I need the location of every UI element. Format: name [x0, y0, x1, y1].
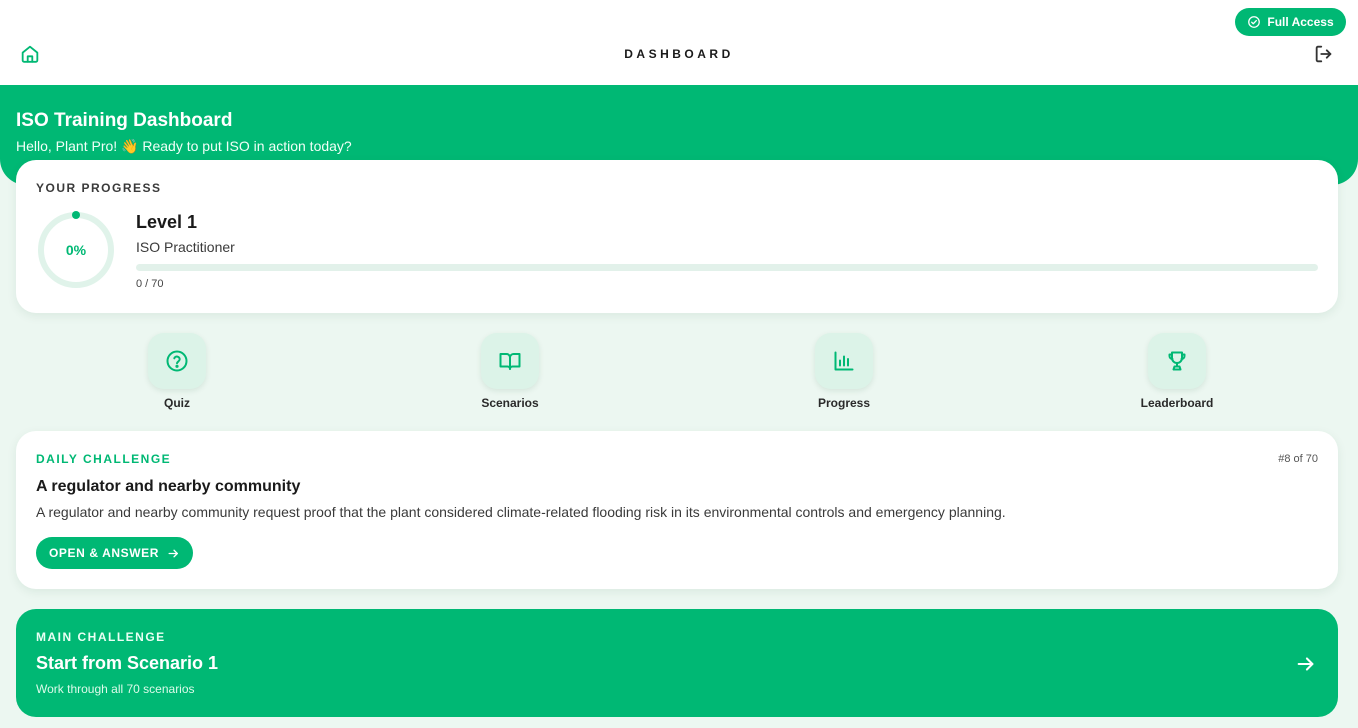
- arrow-right-icon: [168, 549, 178, 557]
- full-access-label: Full Access: [1267, 15, 1334, 29]
- main-challenge-title: Start from Scenario 1: [36, 653, 219, 673]
- logout-icon[interactable]: [1313, 43, 1335, 65]
- dashboard-page: DASHBOARD Full Access ISO Training Dashb…: [0, 0, 1358, 728]
- main-challenge-card[interactable]: MAIN CHALLENGE Start from Scenario 1 Wor…: [16, 609, 1338, 717]
- nav-scenarios[interactable]: Scenarios: [450, 333, 570, 413]
- page-title: DASHBOARD: [624, 47, 734, 61]
- daily-challenge-title: A regulator and nearby community: [36, 478, 301, 495]
- daily-challenge-counter: #8 of 70: [1278, 453, 1318, 465]
- trophy-icon[interactable]: [1148, 333, 1206, 389]
- progress-card: YOUR PROGRESS 0% Level 1 ISO Practitione…: [16, 160, 1338, 313]
- main-challenge-label: MAIN CHALLENGE: [36, 630, 166, 644]
- level-title: Level 1: [136, 212, 198, 232]
- bar-chart-icon[interactable]: [815, 333, 873, 389]
- main-challenge-subtitle: Work through all 70 scenarios: [36, 682, 195, 696]
- progress-section-label: YOUR PROGRESS: [36, 181, 162, 195]
- daily-challenge-description: A regulator and nearby community request…: [36, 504, 1006, 520]
- daily-challenge-label: DAILY CHALLENGE: [36, 452, 172, 466]
- nav-quiz[interactable]: Quiz: [117, 333, 237, 413]
- book-open-icon[interactable]: [481, 333, 539, 389]
- daily-challenge-card: DAILY CHALLENGE #8 of 70 A regulator and…: [16, 431, 1338, 589]
- full-access-badge: Full Access: [1235, 8, 1346, 36]
- open-answer-label: OPEN & ANSWER: [48, 546, 160, 560]
- progress-count: 0 / 70: [136, 278, 164, 290]
- hero-greeting: Hello, Plant Pro! 👋 Ready to put ISO in …: [16, 138, 352, 154]
- level-rank: ISO Practitioner: [136, 239, 235, 255]
- hero-title: ISO Training Dashboard: [16, 110, 233, 131]
- check-circle-icon: [1248, 16, 1261, 28]
- progress-percent: 0%: [65, 242, 87, 258]
- open-answer-button[interactable]: OPEN & ANSWER: [36, 537, 193, 569]
- progress-bar: [136, 264, 1318, 271]
- question-circle-icon[interactable]: [148, 333, 206, 389]
- nav-leaderboard[interactable]: Leaderboard: [1117, 333, 1237, 413]
- nav-progress-label: Progress: [817, 396, 871, 410]
- nav-quiz-label: Quiz: [164, 396, 190, 410]
- nav-progress[interactable]: Progress: [784, 333, 904, 413]
- top-bar: DASHBOARD Full Access: [0, 0, 1358, 85]
- arrow-right-icon[interactable]: [1295, 653, 1317, 675]
- nav-leaderboard-label: Leaderboard: [1140, 396, 1214, 410]
- progress-ring-dot: [72, 211, 80, 219]
- nav-scenarios-label: Scenarios: [481, 396, 539, 410]
